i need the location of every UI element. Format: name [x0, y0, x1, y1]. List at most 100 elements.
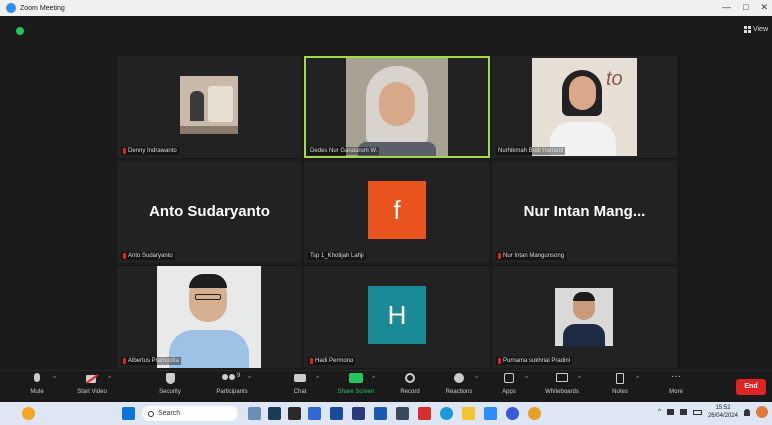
- participant-name: Albertus Pramudita: [121, 357, 182, 365]
- window-title: Zoom Meeting: [20, 4, 65, 12]
- security-button[interactable]: Security: [145, 373, 195, 395]
- apps-icon: [502, 373, 516, 385]
- whiteboards-button[interactable]: ^ Whiteboards: [537, 373, 587, 395]
- mute-button[interactable]: ^ Mute: [12, 373, 62, 395]
- participant-tile[interactable]: Purnama sukhrial Pradini: [492, 266, 677, 368]
- mic-muted-icon: [123, 358, 126, 364]
- system-tray: ^ 15:52 26/04/2024: [658, 404, 768, 420]
- close-button[interactable]: ✕: [760, 2, 768, 13]
- clock-time: 15:52: [715, 405, 731, 411]
- participant-tile[interactable]: f Tsp 1_Khotijah Lahji: [304, 161, 490, 263]
- participant-tile[interactable]: Denny Indrawanto: [117, 56, 302, 158]
- chevron-up-icon[interactable]: ^: [636, 376, 639, 382]
- search-icon: [148, 410, 154, 417]
- app-icon[interactable]: [308, 407, 321, 420]
- video-off-icon: [85, 373, 99, 385]
- file-explorer-icon[interactable]: [462, 407, 475, 420]
- weather-widget-icon[interactable]: [22, 407, 35, 420]
- taskview-icon[interactable]: [268, 407, 281, 420]
- participant-tile-active-speaker[interactable]: Dedes Nur Gandarum W.: [304, 56, 490, 158]
- encryption-shield-icon[interactable]: [16, 27, 24, 35]
- reactions-button[interactable]: ^ Reactions: [434, 373, 484, 395]
- participant-name: Denny Indrawanto: [121, 147, 179, 155]
- search-placeholder: Search: [158, 410, 181, 417]
- windows-start-icon[interactable]: [122, 407, 135, 420]
- app-icon[interactable]: [484, 407, 497, 420]
- participants-count: 9: [237, 373, 241, 379]
- more-button[interactable]: ··· More: [651, 371, 701, 396]
- record-button[interactable]: Record: [385, 373, 435, 395]
- participants-icon: 9: [220, 373, 244, 385]
- chevron-up-icon[interactable]: ^: [525, 376, 528, 382]
- taskbar-clock[interactable]: 15:52 26/04/2024: [708, 404, 738, 420]
- participant-tile[interactable]: Albertus Pramudita: [117, 266, 302, 368]
- app-icon[interactable]: [396, 407, 409, 420]
- participant-video: [555, 288, 613, 346]
- participants-button[interactable]: 9 ^ Participants: [207, 373, 257, 395]
- view-button[interactable]: View: [743, 26, 768, 33]
- end-meeting-button[interactable]: End: [736, 379, 766, 395]
- chrome-icon[interactable]: [528, 407, 541, 420]
- chevron-up-icon[interactable]: ^: [53, 376, 56, 382]
- share-screen-icon: [349, 373, 363, 385]
- app-icon[interactable]: [330, 407, 343, 420]
- participant-tile[interactable]: to Nurhikmah Budi Hartanti: [492, 56, 677, 158]
- clock-date: 26/04/2024: [707, 413, 738, 419]
- notes-button[interactable]: ^ Notes: [595, 373, 645, 395]
- network-icon[interactable]: [666, 409, 674, 415]
- window-controls: — □ ✕: [722, 2, 768, 13]
- participant-avatar: H: [368, 286, 426, 344]
- view-label: View: [752, 26, 768, 33]
- chevron-up-icon[interactable]: ^: [475, 376, 478, 382]
- app-icon[interactable]: [418, 407, 431, 420]
- battery-icon[interactable]: [692, 409, 702, 415]
- start-video-button[interactable]: ^ Start Video: [67, 373, 117, 395]
- chevron-up-icon[interactable]: ^: [372, 376, 375, 382]
- windows-taskbar: Search ^ 15:52 26/04/2024: [0, 402, 772, 425]
- share-screen-button[interactable]: ^ Share Screen: [331, 373, 381, 395]
- volume-icon[interactable]: [679, 409, 687, 415]
- participant-tile[interactable]: Anto Sudaryanto Anto Sudaryanto: [117, 161, 302, 263]
- app-icon[interactable]: [288, 407, 301, 420]
- mic-muted-icon: [310, 358, 313, 364]
- participant-display-name: Anto Sudaryanto: [149, 203, 270, 220]
- copilot-icon[interactable]: [756, 406, 768, 418]
- participant-name: Purnama sukhrial Pradini: [496, 357, 573, 365]
- apps-button[interactable]: ^ Apps: [484, 373, 534, 395]
- participant-name: Nur Intan Mangunsong: [496, 252, 567, 260]
- participant-video: [157, 266, 261, 368]
- record-icon: [403, 373, 417, 385]
- app-icon[interactable]: [506, 407, 519, 420]
- chat-button[interactable]: ^ Chat: [275, 373, 325, 395]
- participant-name: Hadi Permono: [308, 357, 356, 365]
- app-icon[interactable]: [374, 407, 387, 420]
- taskbar-search[interactable]: Search: [142, 406, 238, 421]
- smiley-icon: [452, 373, 466, 385]
- mic-muted-icon: [123, 253, 126, 259]
- chat-bubble-icon: [293, 373, 307, 385]
- participant-name: Anto Sudaryanto: [121, 252, 175, 260]
- app-icon[interactable]: [352, 407, 365, 420]
- notification-icon[interactable]: [744, 408, 750, 416]
- participant-display-name: Nur Intan Mang...: [523, 203, 646, 220]
- more-dots-icon: ···: [671, 371, 681, 382]
- app-icon[interactable]: [440, 407, 453, 420]
- participant-tile[interactable]: H Hadi Permono: [304, 266, 490, 368]
- participant-video: [180, 76, 238, 134]
- participant-tile[interactable]: Nur Intan Mang... Nur Intan Mangunsong: [492, 161, 677, 263]
- meeting-area: View Denny Indrawanto Dedes Nur Gandarum…: [0, 16, 772, 370]
- chevron-up-icon[interactable]: ^: [316, 376, 319, 382]
- chevron-up-icon[interactable]: ^: [248, 376, 251, 382]
- minimize-button[interactable]: —: [722, 2, 731, 13]
- window-titlebar: Zoom Meeting — □ ✕: [0, 0, 772, 16]
- microphone-icon: [30, 373, 44, 385]
- notes-icon: [613, 373, 627, 385]
- chevron-up-icon[interactable]: ^: [658, 409, 661, 415]
- chevron-up-icon[interactable]: ^: [108, 376, 111, 382]
- maximize-button[interactable]: □: [743, 2, 748, 13]
- participant-name: Tsp 1_Khotijah Lahji: [308, 252, 366, 260]
- grid-view-icon: [743, 26, 751, 33]
- widgets-icon[interactable]: [248, 407, 261, 420]
- mic-muted-icon: [498, 253, 501, 259]
- chevron-up-icon[interactable]: ^: [578, 376, 581, 382]
